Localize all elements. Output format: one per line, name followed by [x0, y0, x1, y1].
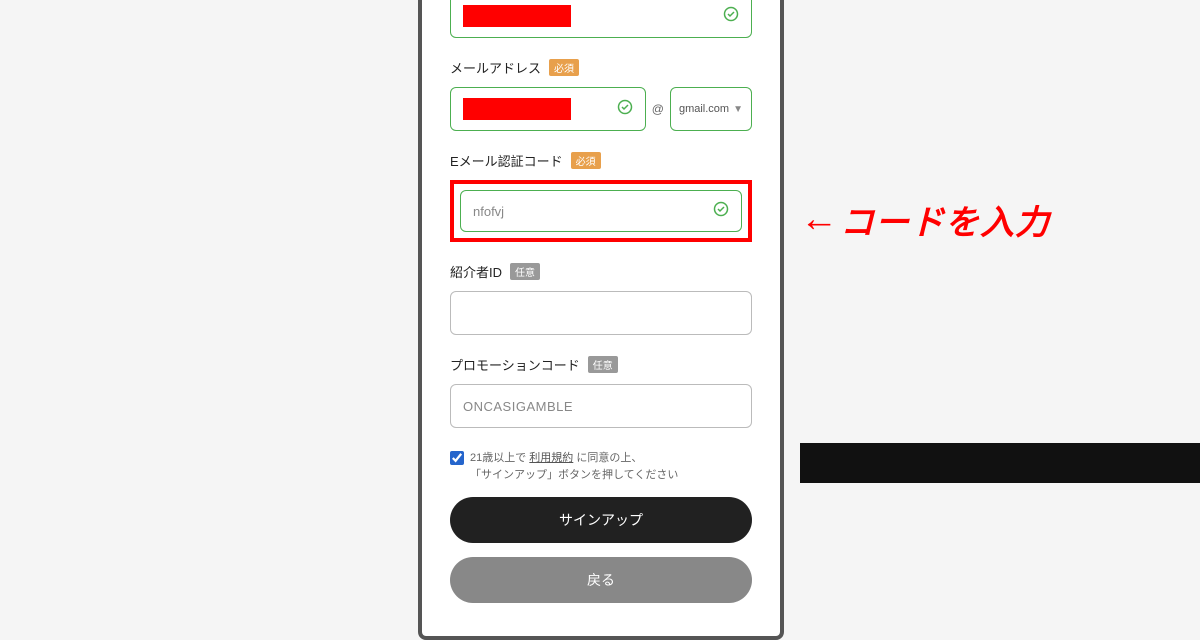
- referrer-label: 紹介者ID: [450, 262, 502, 281]
- code-value: nfofvj: [473, 204, 504, 219]
- background-edge: [800, 443, 1200, 483]
- at-symbol: @: [652, 102, 664, 116]
- back-button[interactable]: 戻る: [450, 557, 752, 603]
- check-icon: [723, 6, 739, 27]
- chevron-down-icon: ▼: [733, 104, 743, 115]
- optional-badge: 任意: [588, 356, 618, 373]
- redacted-email: [463, 98, 571, 120]
- username-field[interactable]: [450, 0, 752, 38]
- promo-label-row: プロモーションコード 任意: [450, 355, 752, 374]
- code-label: Eメール認証コード: [450, 151, 563, 170]
- agreement-checkbox[interactable]: [450, 451, 464, 465]
- email-domain-select[interactable]: gmail.com ▼: [670, 87, 752, 131]
- annotation: ← コードを入力: [800, 195, 1050, 244]
- email-local-field[interactable]: [450, 87, 646, 131]
- arrow-left-icon: ←: [800, 198, 838, 241]
- referrer-label-row: 紹介者ID 任意: [450, 262, 752, 281]
- code-label-row: Eメール認証コード 必須: [450, 151, 752, 170]
- redacted-username: [463, 5, 571, 27]
- email-label-row: メールアドレス 必須: [450, 58, 752, 77]
- required-badge: 必須: [549, 59, 579, 76]
- email-row: @ gmail.com ▼: [450, 87, 752, 131]
- annotation-text: コードを入力: [840, 195, 1050, 244]
- check-icon: [617, 99, 633, 120]
- terms-link[interactable]: 利用規約: [529, 452, 573, 464]
- promo-field[interactable]: ONCASIGAMBLE: [450, 384, 752, 428]
- signup-button[interactable]: サインアップ: [450, 497, 752, 543]
- phone-frame: メールアドレス 必須 @ gmail.com ▼ Eメール認証コード 必須 nf…: [418, 0, 784, 640]
- promo-value: ONCASIGAMBLE: [463, 399, 573, 414]
- check-icon: [713, 201, 729, 222]
- optional-badge: 任意: [510, 263, 540, 280]
- code-highlight-box: nfofvj: [450, 180, 752, 242]
- domain-value: gmail.com: [679, 103, 729, 115]
- verification-code-field[interactable]: nfofvj: [460, 190, 742, 232]
- required-badge: 必須: [571, 152, 601, 169]
- email-label: メールアドレス: [450, 58, 541, 77]
- promo-label: プロモーションコード: [450, 355, 580, 374]
- signup-form: メールアドレス 必須 @ gmail.com ▼ Eメール認証コード 必須 nf…: [422, 0, 780, 603]
- agreement-row: 21歳以上で 利用規約 に同意の上、 「サインアップ」ボタンを押してください: [450, 450, 752, 483]
- referrer-field[interactable]: [450, 291, 752, 335]
- agreement-text: 21歳以上で 利用規約 に同意の上、 「サインアップ」ボタンを押してください: [470, 450, 678, 483]
